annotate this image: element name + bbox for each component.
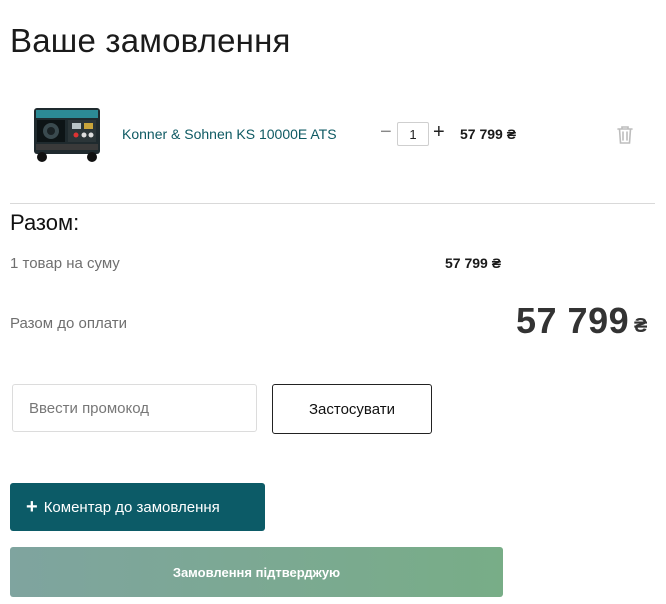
add-comment-button[interactable]: + Коментар до замовлення: [10, 483, 265, 531]
trash-icon[interactable]: [616, 125, 634, 145]
total-currency: ₴: [634, 315, 648, 337]
divider: [10, 203, 655, 204]
goods-sum-value: 57 799 ₴: [445, 255, 502, 271]
product-name-link[interactable]: Konner & Sohnen KS 10000E ATS: [122, 126, 337, 142]
generator-icon[interactable]: [32, 102, 102, 164]
promo-code-input[interactable]: [12, 384, 257, 432]
quantity-decrease-button[interactable]: −: [380, 120, 392, 144]
total-value: 57 799: [516, 300, 630, 341]
cart-item: Konner & Sohnen KS 10000E ATS − + 57 799…: [0, 96, 666, 172]
item-price: 57 799 ₴: [460, 126, 517, 142]
total-label: Разом до оплати: [10, 315, 127, 332]
goods-count-label: 1 товар на суму: [10, 255, 120, 272]
page-title: Ваше замовлення: [10, 22, 291, 59]
summary-title: Разом:: [10, 210, 80, 235]
apply-promo-button[interactable]: Застосувати: [272, 384, 432, 434]
plus-icon: +: [26, 496, 38, 518]
quantity-input[interactable]: [397, 122, 429, 146]
quantity-increase-button[interactable]: +: [433, 120, 445, 144]
add-comment-label: Коментар до замовлення: [43, 498, 220, 516]
confirm-order-button[interactable]: Замовлення підтверджую: [10, 547, 503, 597]
